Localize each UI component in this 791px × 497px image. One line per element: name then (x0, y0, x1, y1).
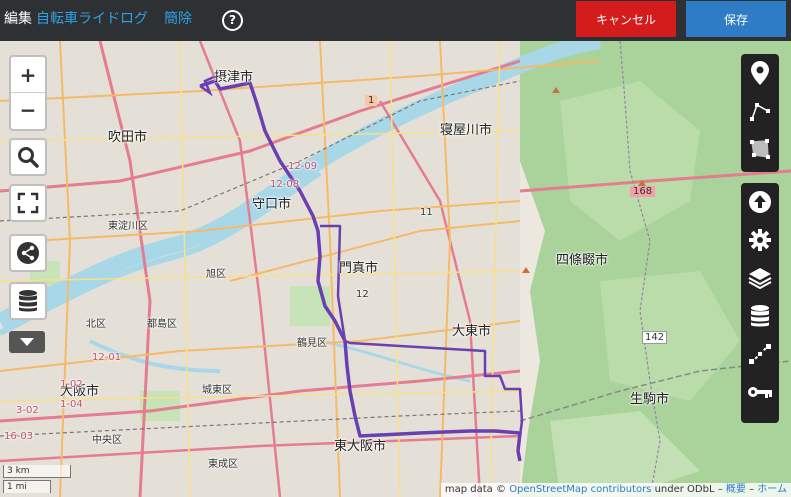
search-button[interactable] (9, 138, 47, 176)
share-button[interactable] (9, 234, 47, 272)
database-icon (751, 305, 769, 327)
attribution: map data © OpenStreetMap contributors un… (440, 483, 791, 497)
map-label-ikoma: 生駒市 (630, 392, 670, 407)
map-label-daito: 大東市 (452, 324, 492, 339)
road-shield-1: 1 (365, 95, 378, 106)
scale-km: 3 km (3, 465, 71, 478)
fullscreen-button[interactable] (9, 184, 47, 222)
upload-icon (749, 191, 771, 213)
layers-button[interactable] (741, 259, 779, 297)
map-label-neyagawa: 寝屋川市 (440, 123, 493, 138)
polyline-icon (750, 103, 770, 121)
top-toolbar: 編集 自転車ライドログ 簡除 ? キャンセル 保存 (0, 0, 791, 41)
draw-line-icon (749, 344, 771, 364)
attribution-separator: – (717, 484, 723, 495)
add-marker-button[interactable] (741, 54, 779, 92)
zoom-out-button[interactable]: − (11, 93, 45, 127)
km-label-302: 3-02 (16, 405, 39, 416)
marker-icon (751, 61, 769, 85)
attribution-separator-2: – (749, 484, 755, 495)
api-key-button[interactable] (741, 373, 779, 411)
km-label-1208: 12-08 (270, 179, 300, 190)
map-label-shijonawate: 四條畷市 (556, 253, 609, 268)
road-shield-142: 142 (642, 331, 668, 344)
database-button[interactable] (9, 282, 47, 320)
delete-link[interactable]: 簡除 (164, 10, 192, 28)
map-label-moriguchi: 守口市 (252, 197, 292, 212)
draw-toolbar (741, 54, 779, 172)
zoom-control: + − (9, 55, 47, 131)
map-label-kadoma: 門真市 (339, 261, 379, 276)
km-label-104: 1-04 (60, 399, 83, 410)
map-label-higashinari: 東成区 (208, 459, 238, 470)
cancel-button[interactable]: キャンセル (576, 1, 676, 37)
home-link[interactable]: ホーム (757, 484, 787, 495)
attribution-license: under ODbL (654, 484, 715, 495)
scale-mi: 1 mi (3, 480, 51, 493)
settings-toolbar (741, 183, 779, 423)
km-label-1603: 16-03 (4, 431, 34, 442)
overview-link[interactable]: 概要 (726, 484, 746, 495)
edit-title: 編集 (4, 11, 32, 27)
map-label-kita: 北区 (86, 319, 106, 330)
attribution-prefix: map data © (444, 484, 506, 495)
map-label-higashiyodogawa: 東淀川区 (108, 221, 148, 232)
map-label-chuo: 中央区 (92, 435, 122, 446)
upload-button[interactable] (741, 183, 779, 221)
draw-polygon-button[interactable] (741, 130, 779, 168)
fullscreen-icon (11, 186, 45, 220)
settings-button[interactable] (741, 221, 779, 259)
zoom-in-button[interactable]: + (11, 57, 45, 93)
gear-icon (749, 229, 771, 251)
draw-line-button[interactable] (741, 335, 779, 373)
contributors-link[interactable]: contributors (591, 484, 652, 495)
map-tiles (0, 41, 791, 497)
km-label-1209: 12-09 (288, 161, 318, 172)
save-button[interactable]: 保存 (686, 1, 786, 37)
map-label-higashiosaka: 東大阪市 (334, 439, 387, 454)
osm-link[interactable]: OpenStreetMap (509, 484, 587, 495)
map-label-suita: 吹田市 (108, 130, 148, 145)
map-label-settsu: 摂津市 (214, 70, 254, 85)
polygon-icon (750, 139, 770, 159)
road-shield-168: 168 (630, 186, 656, 197)
collapse-button[interactable] (9, 331, 45, 353)
map-label-joto: 城東区 (202, 385, 232, 396)
database-icon (11, 284, 45, 318)
collapse-icon (20, 338, 34, 346)
help-icon[interactable]: ? (222, 10, 243, 31)
map-label-tsurumi: 鶴見区 (297, 338, 327, 349)
km-label-102: 1-02 (60, 379, 83, 390)
key-icon (748, 387, 772, 398)
share-icon (11, 236, 45, 270)
data-button[interactable] (741, 297, 779, 335)
draw-polyline-button[interactable] (741, 92, 779, 130)
km-label-1201: 12-01 (92, 352, 122, 363)
map-label-miyakojima: 都島区 (147, 319, 177, 330)
route-name-link[interactable]: 自転車ライドログ (36, 10, 148, 28)
map-canvas[interactable]: 摂津市 寝屋川市 吹田市 守口市 東淀川区 四條畷市 門真市 旭区 大東市 北区… (0, 41, 791, 497)
road-label-11: 11 (420, 207, 433, 218)
layers-icon (748, 268, 772, 289)
scale-bar: 3 km 1 mi (3, 463, 71, 493)
search-icon (11, 140, 45, 174)
map-label-asahi: 旭区 (206, 269, 226, 280)
road-label-12: 12 (356, 289, 369, 300)
